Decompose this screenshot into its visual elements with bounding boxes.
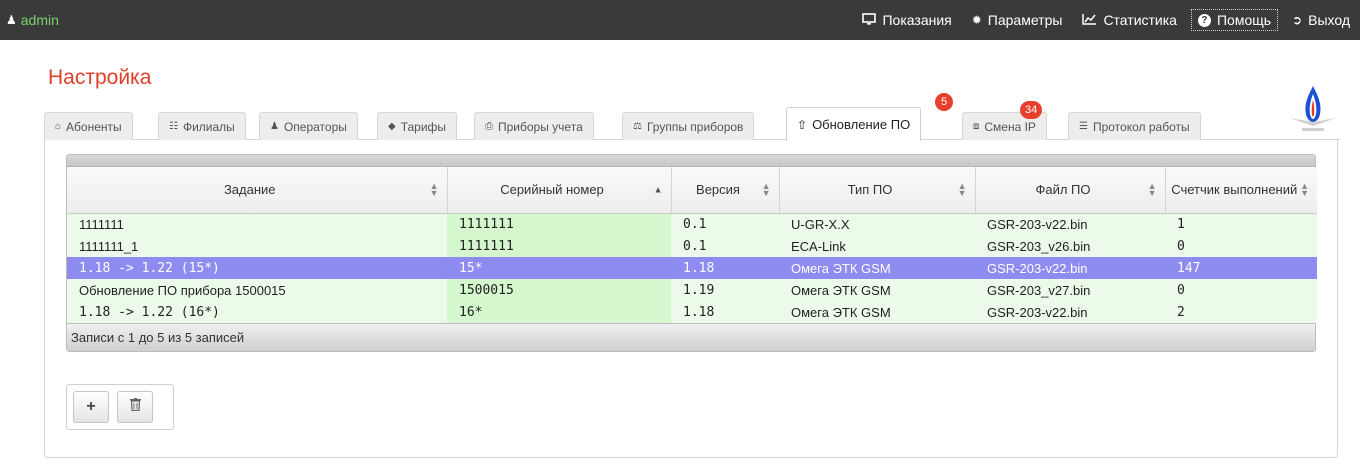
tab-badge-firmware: 5 [935, 93, 953, 111]
tab-meter-groups[interactable]: ⚖ Группы приборов [622, 112, 755, 140]
col-run-count[interactable]: Счетчик выполнений ▲ ▼ [1165, 167, 1317, 214]
nav-readings[interactable]: Показания [852, 0, 961, 40]
col-version[interactable]: Версия ▲ ▼ [671, 167, 780, 214]
table-row[interactable]: 1111111 1111111 0.1 U-GR-X.X GSR-203-v22… [67, 213, 1317, 235]
tab-tariffs[interactable]: ◆ Тарифы [377, 112, 458, 140]
tab-operators[interactable]: ♟ Операторы [259, 112, 358, 140]
gear-icon: ✹ [971, 13, 982, 27]
col-task[interactable]: Задание ▲ ▼ [67, 167, 448, 214]
sort-icon: ▲ ▼ [1147, 180, 1157, 198]
grid-toolbar [67, 155, 1315, 167]
rss-icon: ⧈ [973, 121, 980, 132]
nav-logout[interactable]: ➲ Выход [1282, 0, 1360, 40]
tab-badge-ip: 34 [1020, 101, 1043, 119]
col-software-type[interactable]: Тип ПО ▲ ▼ [779, 167, 976, 214]
sort-icon: ▲ ▼ [1300, 180, 1309, 198]
username: admin [20, 12, 59, 28]
user-icon: ♟ [270, 121, 279, 132]
delete-button[interactable] [117, 391, 153, 423]
monitor-icon [862, 12, 877, 28]
sort-icon: ▲ ▼ [957, 180, 967, 198]
plus-icon: + [86, 398, 96, 415]
table-row-selected[interactable]: 1.18 -> 1.22 (15*) 15* 1.18 Омега ЭТК GS… [67, 257, 1317, 279]
list-icon: ☰ [1079, 121, 1088, 132]
nav-statistics[interactable]: Статистика [1072, 0, 1187, 40]
add-button[interactable]: + [73, 391, 109, 423]
upload-icon: ⇧ [797, 117, 808, 132]
page-title: Настройка [48, 66, 152, 89]
grid-footer-info: Записи с 1 до 5 из 5 записей [67, 323, 1315, 351]
help-icon: ? [1197, 13, 1211, 27]
nav-help[interactable]: ? Помощь [1190, 9, 1279, 31]
table-row[interactable]: 1.18 -> 1.22 (16*) 16* 1.18 Омега ЭТК GS… [67, 301, 1317, 323]
trash-icon [129, 398, 141, 416]
firmware-tasks-grid: Задание ▲ ▼ Серийный номер ▲ Версия ▲ ▼ Тип П… [66, 154, 1317, 352]
col-serial[interactable]: Серийный номер ▲ [447, 167, 672, 214]
firmware-tasks-table: Задание ▲ ▼ Серийный номер ▲ Версия ▲ ▼ Тип П… [67, 167, 1317, 323]
firmware-panel: Задание ▲ ▼ Серийный номер ▲ Версия ▲ ▼ Тип П… [44, 140, 1338, 458]
grid-actions: + [66, 384, 174, 430]
tab-work-log[interactable]: ☰ Протокол работы [1068, 112, 1201, 140]
logout-icon: ➲ [1292, 13, 1303, 27]
col-software-file[interactable]: Файл ПО ▲ ▼ [975, 167, 1166, 214]
chart-icon [1082, 13, 1097, 28]
home-icon: ⌂ [55, 121, 62, 132]
top-navbar: ♟ admin Показания ✹ Параметры Статистика… [0, 0, 1360, 40]
tab-meters[interactable]: ⎙ Приборы учета [474, 112, 594, 140]
nav-menu: Показания ✹ Параметры Статистика ? Помощ… [852, 0, 1360, 40]
tag-icon: ◆ [388, 121, 396, 132]
print-icon: ⎙ [485, 121, 493, 132]
user-icon: ♟ [6, 13, 17, 27]
sort-asc-icon: ▲ [653, 184, 663, 195]
table-row[interactable]: Обновление ПО прибора 1500015 1500015 1.… [67, 279, 1317, 301]
sort-icon: ▲ ▼ [429, 180, 439, 198]
balance-icon: ⚖ [633, 121, 642, 132]
tab-branches[interactable]: ☷ Филиалы [158, 112, 246, 140]
user-menu[interactable]: ♟ admin [6, 12, 59, 28]
table-row[interactable]: 1111111_1 1111111 0.1 ECA-Link GSR-203_v… [67, 235, 1317, 257]
settings-tabs: ⌂ Абоненты ☷ Филиалы ♟ Операторы ◆ Тариф… [44, 93, 1340, 141]
tab-firmware-update[interactable]: ⇧ Обновление ПО [786, 107, 922, 141]
table-header: Задание ▲ ▼ Серийный номер ▲ Версия ▲ ▼ Тип П… [67, 167, 1317, 214]
nav-parameters[interactable]: ✹ Параметры [962, 0, 1073, 40]
sitemap-icon: ☷ [169, 121, 178, 132]
sort-icon: ▲ ▼ [761, 180, 771, 198]
tab-subscribers[interactable]: ⌂ Абоненты [44, 112, 133, 140]
